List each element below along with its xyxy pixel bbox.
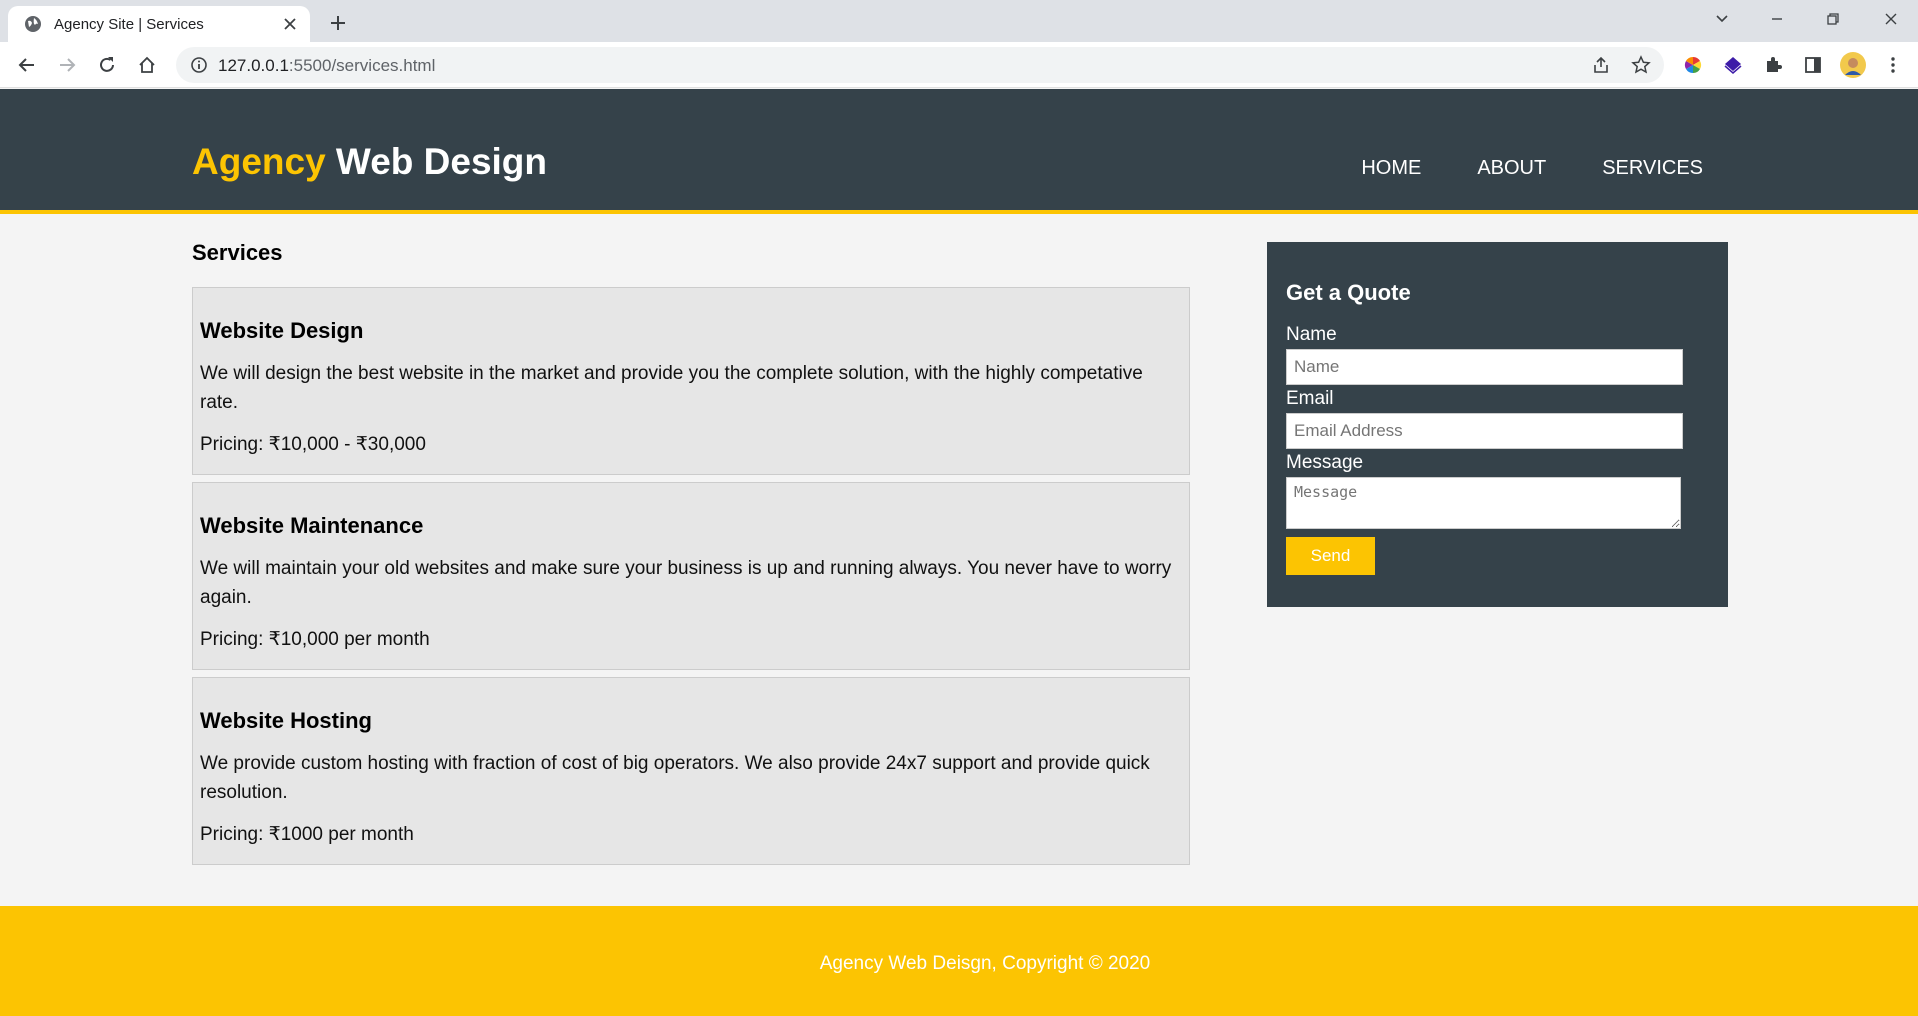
nav-about[interactable]: About xyxy=(1477,157,1546,180)
restore-button[interactable] xyxy=(1818,6,1848,32)
service-description: We provide custom hosting with fraction … xyxy=(200,753,1150,803)
share-button[interactable] xyxy=(1589,53,1613,77)
tab-title: Agency Site | Services xyxy=(54,15,204,33)
url-text[interactable]: 127.0.0.1:5500/services.html xyxy=(218,56,435,76)
restore-icon xyxy=(1827,13,1839,25)
send-button[interactable]: Send xyxy=(1286,537,1375,575)
page-title: Services xyxy=(192,240,283,265)
quote-title: Get a Quote xyxy=(1286,280,1411,305)
puzzle-icon xyxy=(1767,57,1782,72)
url-path: :5500/services.html xyxy=(288,56,436,75)
quote-sidebar: Get a Quote Name Email Message Send xyxy=(1267,242,1728,607)
message-label: Message xyxy=(1286,452,1364,473)
service-card: Website Hosting We provide custom hostin… xyxy=(192,677,1190,865)
email-input[interactable] xyxy=(1286,413,1683,449)
avatar xyxy=(1840,52,1866,78)
close-icon[interactable] xyxy=(282,16,298,32)
minimize-icon xyxy=(1772,18,1782,20)
address-bar[interactable]: 127.0.0.1:5500/services.html xyxy=(176,47,1664,83)
message-textarea[interactable] xyxy=(1286,477,1681,529)
forward-button[interactable] xyxy=(52,50,82,80)
service-description: We will maintain your old websites and m… xyxy=(200,558,1172,608)
close-window-button[interactable] xyxy=(1876,6,1906,32)
bookmark-button[interactable] xyxy=(1629,53,1653,77)
reload-icon xyxy=(100,57,114,72)
home-button[interactable] xyxy=(132,50,162,80)
minimize-button[interactable] xyxy=(1762,6,1792,32)
brand-highlight: Agency xyxy=(192,141,326,182)
plus-icon xyxy=(331,16,345,30)
service-card: Website Maintenance We will maintain you… xyxy=(192,482,1190,670)
copyright-text: Agency Web Deisgn, Copyright © 2020 xyxy=(819,953,1151,974)
service-pricing: Pricing: ₹10,000 - ₹30,000 xyxy=(200,434,426,455)
chevron-down-icon xyxy=(1716,15,1728,23)
star-icon xyxy=(1631,55,1651,74)
more-vertical-icon xyxy=(1891,57,1895,73)
home-icon xyxy=(139,56,155,73)
color-wheel-icon xyxy=(1684,56,1702,74)
site-header: Agency Web Design Home About Services xyxy=(0,89,1918,214)
globe-icon xyxy=(25,16,41,32)
brand-rest: Web Design xyxy=(325,141,548,182)
nav-home[interactable]: Home xyxy=(1361,157,1421,180)
browser-tab[interactable]: Agency Site | Services xyxy=(8,6,310,42)
service-title: Website Design xyxy=(200,318,364,343)
main-nav: Home About Services xyxy=(1361,157,1703,180)
name-label: Name xyxy=(1286,324,1337,345)
layers-icon xyxy=(1724,57,1742,74)
extension-layers-button[interactable] xyxy=(1718,50,1748,80)
quote-form: Name Email Message Send xyxy=(1286,324,1709,575)
service-card: Website Design We will design the best w… xyxy=(192,287,1190,475)
menu-button[interactable] xyxy=(1878,50,1908,80)
extension-color-button[interactable] xyxy=(1678,50,1708,80)
url-host: 127.0.0.1 xyxy=(218,56,289,75)
profile-button[interactable] xyxy=(1838,50,1868,80)
share-icon xyxy=(1594,56,1608,73)
back-button[interactable] xyxy=(12,50,42,80)
service-title: Website Hosting xyxy=(200,708,372,733)
info-icon[interactable] xyxy=(190,56,208,74)
email-label: Email xyxy=(1286,388,1334,409)
service-pricing: Pricing: ₹10,000 per month xyxy=(200,629,430,650)
brand-logo: Agency Web Design xyxy=(192,143,547,180)
name-input[interactable] xyxy=(1286,349,1683,385)
browser-tab-bar: Agency Site | Services xyxy=(0,0,1918,42)
service-description: We will design the best website in the m… xyxy=(200,363,1143,413)
browser-toolbar: 127.0.0.1:5500/services.html xyxy=(0,42,1918,88)
new-tab-button[interactable] xyxy=(324,9,352,37)
service-pricing: Pricing: ₹1000 per month xyxy=(200,824,414,845)
reload-button[interactable] xyxy=(92,50,122,80)
side-panel-button[interactable] xyxy=(1798,50,1828,80)
side-panel-icon xyxy=(1805,57,1821,73)
arrow-right-icon xyxy=(60,58,76,72)
service-title: Website Maintenance xyxy=(200,513,424,538)
site-footer: Agency Web Deisgn, Copyright © 2020 xyxy=(0,906,1918,1016)
tab-search-button[interactable] xyxy=(1707,6,1737,32)
close-icon xyxy=(1885,13,1897,25)
services-section: Services Website Design We will design t… xyxy=(192,239,1190,872)
extensions-button[interactable] xyxy=(1758,50,1788,80)
nav-services[interactable]: Services xyxy=(1602,157,1703,180)
arrow-left-icon xyxy=(18,58,34,72)
